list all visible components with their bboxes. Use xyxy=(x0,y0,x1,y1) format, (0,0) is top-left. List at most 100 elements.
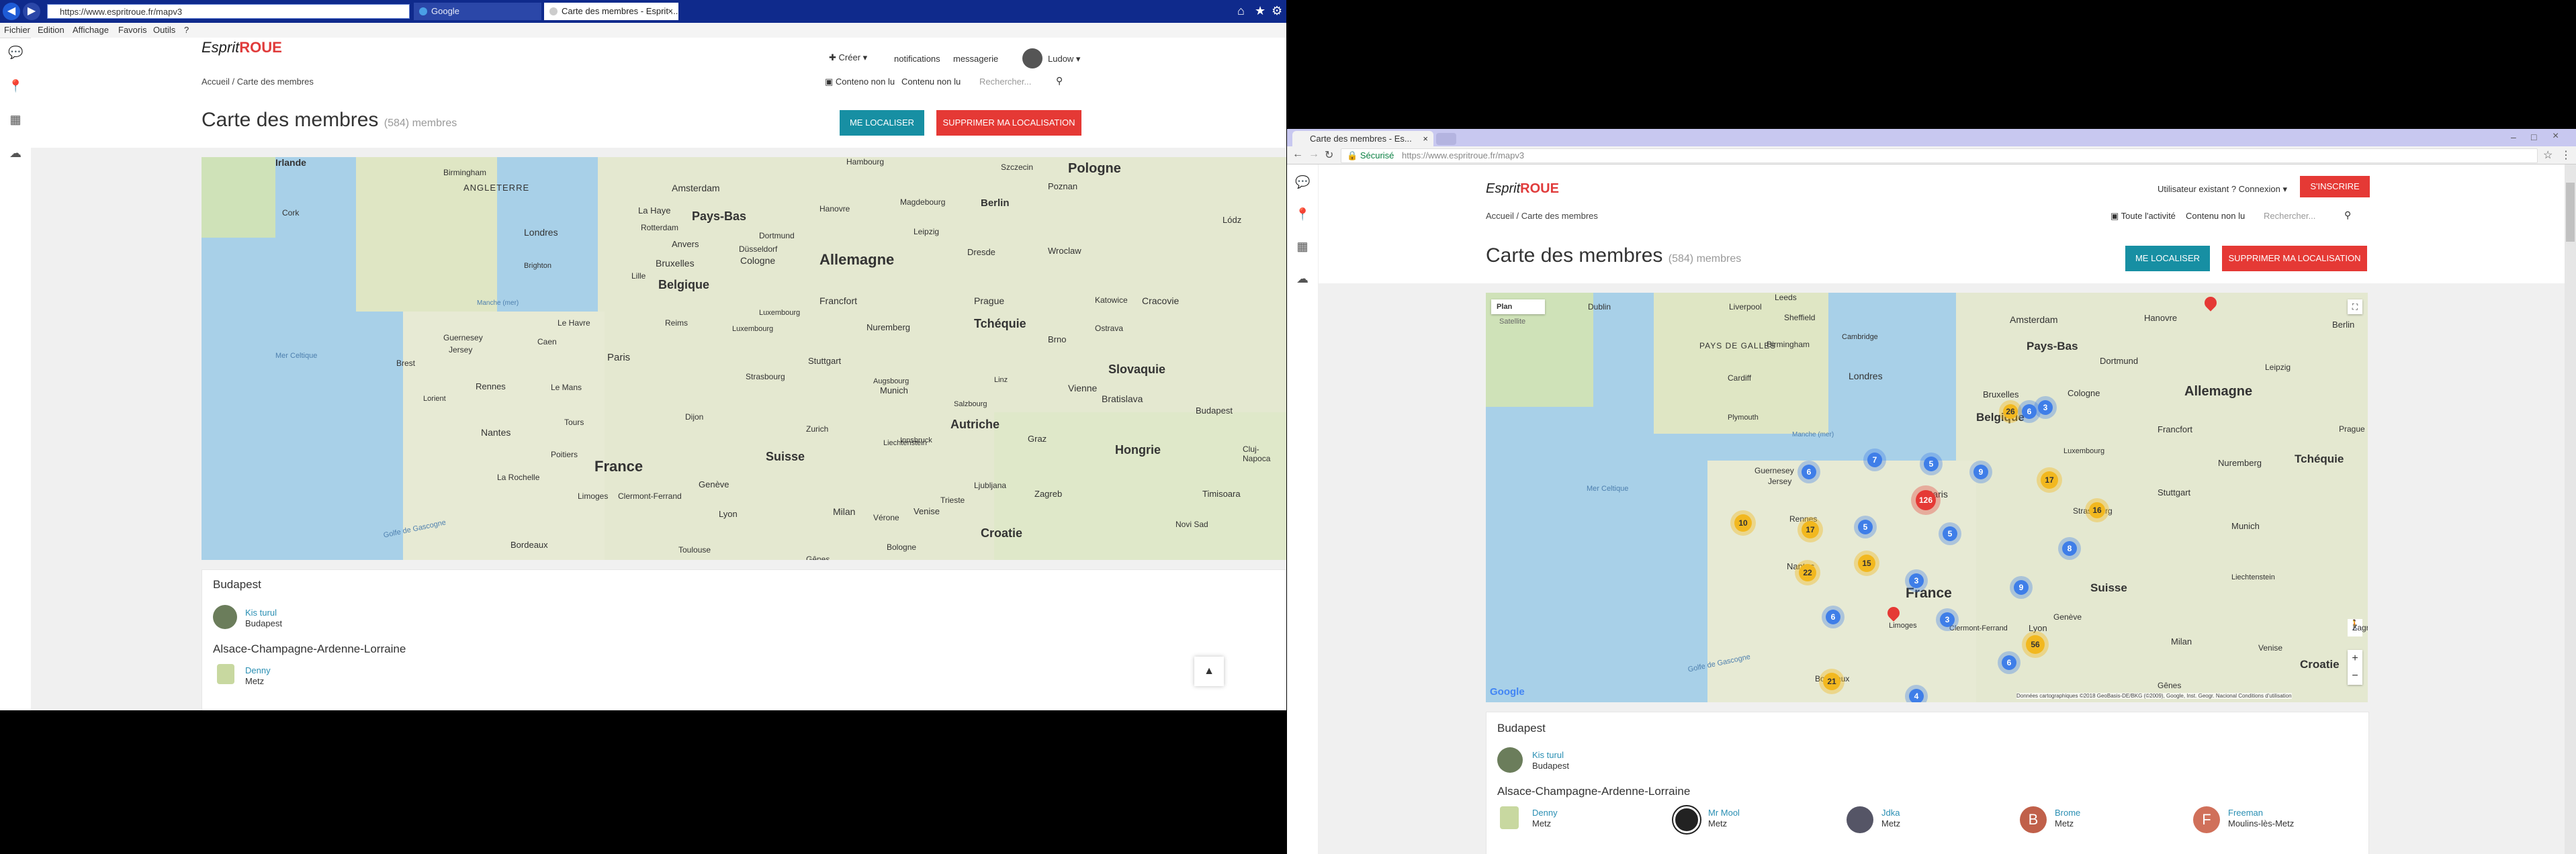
marker-cluster[interactable]: 26 xyxy=(2003,404,2018,419)
close-window-icon[interactable]: × xyxy=(2552,130,2559,142)
marker-cluster[interactable]: 17 xyxy=(1802,521,1819,538)
avatar[interactable]: B xyxy=(2020,806,2047,833)
marker-cluster[interactable]: 3 xyxy=(1909,573,1924,588)
member-name[interactable]: Freeman xyxy=(2228,808,2263,818)
map-plan-button[interactable]: Plan xyxy=(1497,303,1512,311)
menu-affichage[interactable]: Affichage xyxy=(73,25,109,35)
calendar-icon[interactable]: ▦ xyxy=(8,113,23,128)
member-name[interactable]: Brome xyxy=(2055,808,2080,818)
search-icon[interactable]: ⚲ xyxy=(2344,209,2351,221)
member-name[interactable]: Denny xyxy=(245,665,271,675)
cloud-icon[interactable]: ☁ xyxy=(8,146,23,161)
marker-cluster[interactable]: 15 xyxy=(1858,555,1875,572)
locate-me-button[interactable]: ME LOCALISER xyxy=(840,110,924,136)
avatar[interactable] xyxy=(1022,48,1042,68)
forward-icon[interactable]: ▶ xyxy=(23,3,40,20)
close-tab-icon[interactable]: × xyxy=(668,3,673,20)
marker-cluster[interactable]: 17 xyxy=(2041,471,2058,489)
marker-cluster[interactable]: 4 xyxy=(1909,689,1924,702)
maximize-icon[interactable]: □ xyxy=(2531,132,2536,142)
site-logo[interactable]: EspritROUE xyxy=(202,39,282,56)
marker-cluster[interactable]: 3 xyxy=(1940,612,1955,627)
marker-cluster[interactable]: 22 xyxy=(1799,564,1816,581)
scroll-top-button[interactable]: ▲ xyxy=(1194,657,1224,686)
pin-icon[interactable]: 📍 xyxy=(1295,207,1310,222)
breadcrumb-home[interactable]: Accueil xyxy=(1486,211,1514,221)
marker-cluster[interactable]: 56 xyxy=(2026,635,2045,654)
login-link[interactable]: Utilisateur existant ? Connexion ▾ xyxy=(2158,184,2287,195)
marker-cluster[interactable]: 5 xyxy=(1943,526,1957,541)
marker-cluster[interactable]: 126 xyxy=(1916,490,1936,510)
menu-fichier[interactable]: Fichier xyxy=(4,25,30,35)
scrollbar-thumb[interactable] xyxy=(2566,183,2575,242)
back-icon[interactable]: ← xyxy=(1292,148,1303,160)
marker-cluster[interactable]: 21 xyxy=(1823,673,1840,690)
marker-cluster[interactable]: 9 xyxy=(2014,580,2029,595)
scrollbar[interactable] xyxy=(2565,164,2576,854)
calendar-icon[interactable]: ▦ xyxy=(1295,240,1310,254)
avatar[interactable] xyxy=(1497,747,1523,773)
user-menu[interactable]: Ludow ▾ xyxy=(1048,54,1080,64)
marker-cluster[interactable]: 6 xyxy=(1802,465,1816,479)
avatar[interactable]: F xyxy=(2193,806,2220,833)
menu-edition[interactable]: Edition xyxy=(38,25,64,35)
unread-link[interactable]: Contenu non lu xyxy=(901,77,961,87)
marker-cluster[interactable]: 5 xyxy=(1924,457,1939,471)
create-menu[interactable]: ✚ Créer ▾ xyxy=(829,52,867,63)
marker-cluster[interactable]: 6 xyxy=(2022,404,2037,419)
new-tab-button[interactable] xyxy=(1436,133,1456,145)
member-name[interactable]: Denny xyxy=(1532,808,1558,818)
marker-cluster[interactable]: 6 xyxy=(2002,655,2016,670)
minimize-icon[interactable]: – xyxy=(2511,132,2516,142)
locate-me-button[interactable]: ME LOCALISER xyxy=(2125,246,2210,271)
star-icon[interactable]: ☆ xyxy=(2543,148,2552,162)
delete-location-button[interactable]: SUPPRIMER MA LOCALISATION xyxy=(2222,246,2367,271)
member-name[interactable]: Mr Mool xyxy=(1708,808,1740,818)
avatar[interactable] xyxy=(1847,806,1873,833)
fullscreen-icon[interactable]: ⛶ xyxy=(2348,299,2362,314)
search-input[interactable]: Rechercher... xyxy=(979,77,1031,87)
chat-icon[interactable]: 💬 xyxy=(1295,175,1310,190)
map-attribution[interactable]: Données cartographiques ©2018 GeoBasis-D… xyxy=(2016,693,2292,699)
search-icon[interactable]: ⚲ xyxy=(1056,75,1063,87)
avatar[interactable] xyxy=(1673,806,1700,833)
messaging-link[interactable]: messagerie xyxy=(953,54,998,64)
avatar[interactable] xyxy=(213,605,237,629)
member-name[interactable]: Kis turul xyxy=(1532,750,1564,760)
marker-cluster[interactable]: 3 xyxy=(2038,400,2053,415)
forward-icon[interactable]: → xyxy=(1308,148,1319,160)
all-activity-link[interactable]: ▣ Toute l'activité xyxy=(2111,211,2176,222)
member-name[interactable]: Kis turul xyxy=(245,608,277,618)
marker-cluster[interactable]: 16 xyxy=(2089,502,2105,518)
menu-help[interactable]: ? xyxy=(184,25,189,35)
pin-icon[interactable]: 📍 xyxy=(8,79,23,94)
map-satellite-button[interactable]: Satellite xyxy=(1499,318,1525,326)
close-tab-icon[interactable]: × xyxy=(1423,131,1428,146)
member-name[interactable]: Jdka xyxy=(1881,808,1900,818)
marker-cluster[interactable]: 8 xyxy=(2062,541,2077,556)
gear-icon[interactable]: ⚙ xyxy=(1272,4,1282,18)
home-icon[interactable]: ⌂ xyxy=(1237,4,1245,18)
members-map[interactable]: Plan Satellite ⛶ 🚶 + − Google Données car… xyxy=(1486,293,2368,702)
cloud-icon[interactable]: ☁ xyxy=(1295,272,1310,287)
menu-icon[interactable]: ⋮ xyxy=(2561,148,2571,162)
marker-cluster[interactable]: 7 xyxy=(1867,453,1882,467)
avatar[interactable] xyxy=(217,664,234,684)
back-icon[interactable]: ◀ xyxy=(3,3,20,20)
zoom-out-button[interactable]: − xyxy=(2348,667,2362,685)
delete-location-button[interactable]: SUPPRIMER MA LOCALISATION xyxy=(936,110,1081,136)
menu-favoris[interactable]: Favoris xyxy=(118,25,147,35)
tab-google[interactable]: Google xyxy=(414,3,541,20)
star-icon[interactable]: ★ xyxy=(1255,4,1265,18)
address-bar[interactable]: https://www.espritroue.fr/mapv3 xyxy=(47,4,410,19)
search-input[interactable]: Rechercher... xyxy=(2264,211,2315,221)
members-map[interactable]: Irlande ANGLETERRE Pays-Bas Allemagne Po… xyxy=(202,157,1286,560)
notifications-link[interactable]: notifications xyxy=(894,54,940,64)
zoom-in-button[interactable]: + xyxy=(2348,650,2362,667)
avatar[interactable] xyxy=(1500,806,1519,829)
tab-members-map[interactable]: Carte des membres - Esprit ... × xyxy=(544,3,678,20)
reload-icon[interactable]: ↻ xyxy=(1325,148,1333,162)
unread-all-link[interactable]: ▣ Conteno non lu xyxy=(825,77,895,87)
menu-outils[interactable]: Outils xyxy=(153,25,175,35)
marker-cluster[interactable]: 5 xyxy=(1858,520,1873,534)
